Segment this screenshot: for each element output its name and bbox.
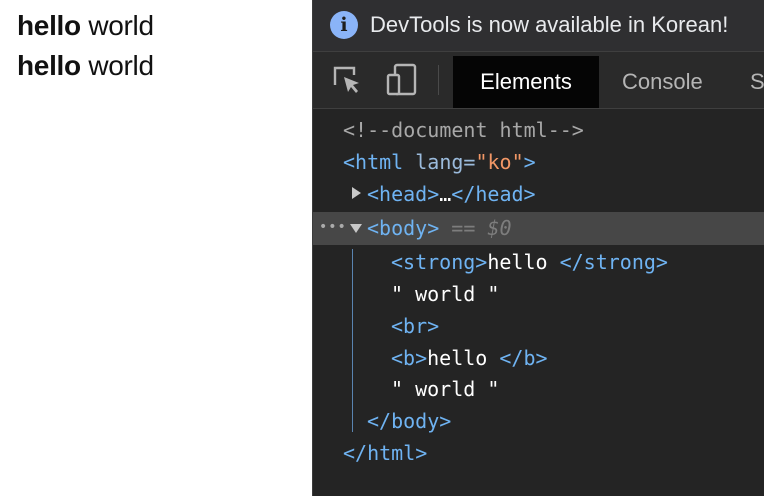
selected-marker: == $0 — [451, 216, 512, 240]
html-tag-bracket: > — [523, 150, 536, 174]
toolbar-separator — [438, 65, 439, 95]
rendered-page: hello world hello world — [0, 0, 312, 496]
body-open-tag: <body> — [367, 216, 440, 240]
strong-hello: hello — [17, 10, 81, 41]
dom-html-open[interactable]: <html lang="ko"> — [343, 146, 536, 178]
more-actions-icon[interactable]: ••• — [319, 220, 347, 234]
page-line-1: hello world — [17, 10, 154, 42]
head-ellipsis: … — [439, 182, 452, 206]
b-open-tag: <b> — [391, 346, 428, 370]
dom-strong[interactable]: <strong>hello </strong> — [391, 246, 668, 278]
b-text: hello — [427, 346, 500, 370]
tab-elements[interactable]: Elements — [453, 56, 599, 108]
html-tag-open: <html — [343, 150, 404, 174]
head-close-tag: </head> — [451, 182, 536, 206]
html-lang-attr: lang= — [403, 150, 476, 174]
strong-open-tag: <strong> — [391, 250, 488, 274]
devtools-panel: i DevTools is now available in Korean! E… — [312, 0, 764, 496]
tab-console[interactable]: Console — [622, 56, 703, 108]
info-icon: i — [330, 11, 358, 39]
info-bar-message: DevTools is now available in Korean! — [370, 12, 729, 37]
dom-tree: <!--document html--> <html lang="ko"> <h… — [313, 108, 764, 496]
dom-b[interactable]: <b>hello </b> — [391, 342, 548, 374]
page-line-2: hello world — [17, 50, 154, 82]
dom-head[interactable]: <head>…</head> — [367, 178, 536, 210]
bold-hello: hello — [17, 50, 81, 81]
html-lang-value: "ko" — [475, 150, 524, 174]
select-element-icon[interactable] — [332, 65, 362, 95]
strong-close-tag: </strong> — [559, 250, 668, 274]
dom-text-node[interactable]: " world " — [391, 278, 499, 310]
tab-sources[interactable]: S — [750, 56, 764, 108]
dom-text-node[interactable]: " world " — [391, 373, 499, 405]
devtools-toolbar: Elements Console S — [313, 52, 764, 109]
strong-text: hello — [487, 250, 560, 274]
text-world: world — [88, 10, 154, 41]
device-toggle-icon[interactable] — [386, 63, 418, 97]
expand-triangle-icon[interactable] — [352, 187, 361, 199]
dom-body-close[interactable]: </body> — [367, 405, 451, 437]
dom-body-open[interactable]: <body> == $0 — [367, 212, 512, 244]
dom-comment[interactable]: <!--document html--> — [343, 114, 584, 146]
collapse-triangle-icon[interactable] — [350, 224, 362, 233]
dom-html-close[interactable]: </html> — [343, 437, 427, 469]
b-close-tag: </b> — [499, 346, 548, 370]
dom-br[interactable]: <br> — [391, 310, 439, 342]
indent-guide — [352, 249, 353, 432]
info-bar: i DevTools is now available in Korean! — [313, 0, 764, 52]
text-world: world — [88, 50, 154, 81]
head-open-tag: <head> — [367, 182, 440, 206]
